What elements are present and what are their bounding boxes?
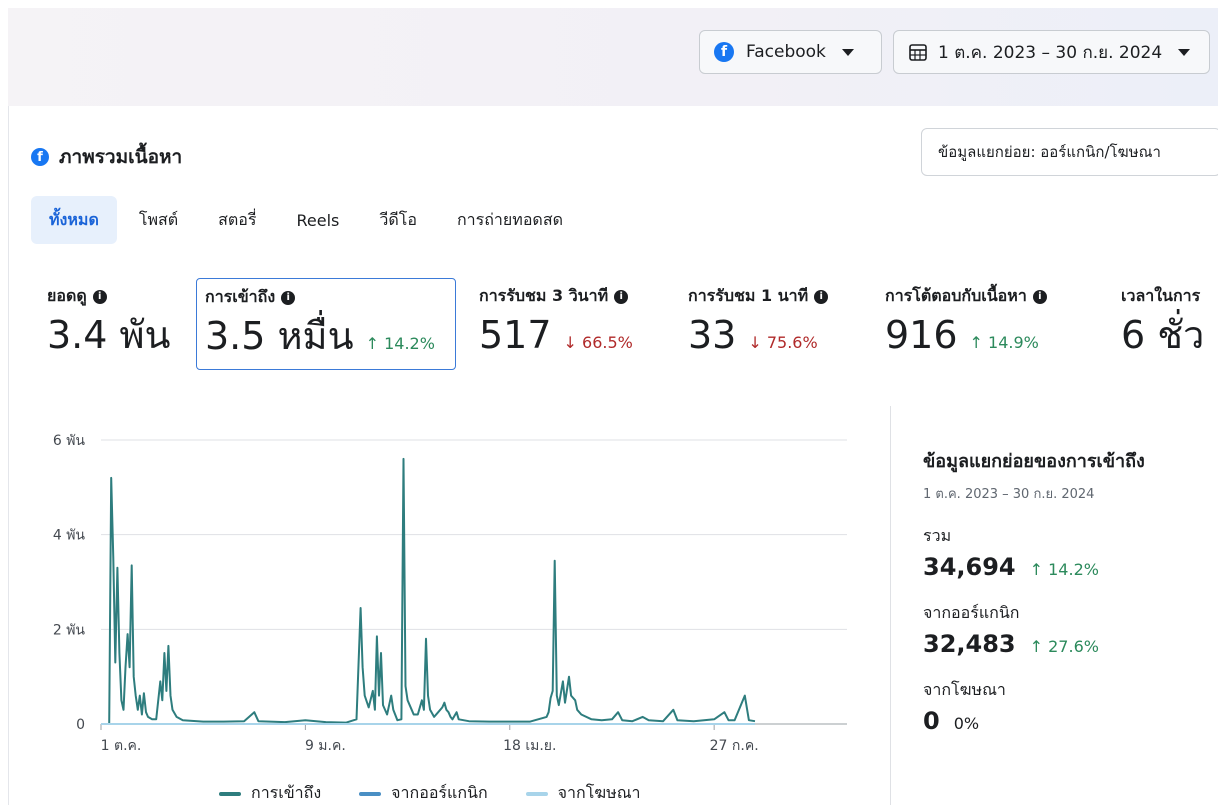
info-icon[interactable]: i <box>92 289 107 304</box>
legend-swatch <box>525 791 548 796</box>
metric-change: ↑ 14.2% <box>365 334 435 353</box>
facebook-icon: f <box>31 148 49 166</box>
total-value: 34,694 <box>923 553 1016 581</box>
metric-value: 916 <box>885 313 958 357</box>
y-tick-label: 6 พัน <box>53 433 86 449</box>
chart-legend: การเข้าถึง จากออร์แกนิก จากโฆษณา <box>219 781 679 806</box>
tab-live[interactable]: การถ่ายทอดสด <box>439 196 581 244</box>
metric-views[interactable]: ยอดดู i 3.4 พัน <box>39 278 179 370</box>
reach-chart: 0 2 พัน 4 พัน 6 พัน 1 ต.ค. 9 ม.ค. 18 เม.ย. 27 ก… <box>9 396 879 805</box>
metric-label: การเข้าถึง <box>205 287 276 306</box>
x-tick-label: 27 ก.ค. <box>710 738 759 754</box>
breakdown-label: ข้อมูลแยกย่อย: ออร์แกนิก/โฆษณา <box>938 143 1161 161</box>
metric-change: ↑ 14.9% <box>969 333 1039 352</box>
x-tick-label: 1 ต.ค. <box>101 738 142 754</box>
calendar-icon <box>909 44 927 61</box>
tab-posts[interactable]: โพสต์ <box>121 196 196 244</box>
total-label: รวม <box>923 526 952 545</box>
metric-3s-views[interactable]: การรับชม 3 วินาที i 517 ↓ 66.5% <box>471 278 641 370</box>
caret-down-icon <box>1178 48 1191 56</box>
reach-chart-svg: 0 2 พัน 4 พัน 6 พัน 1 ต.ค. 9 ม.ค. 18 เม.ย. 27 ก… <box>53 433 847 754</box>
metric-change: ↓ 75.6% <box>748 333 818 352</box>
tab-all[interactable]: ทั้งหมด <box>31 196 117 244</box>
date-range-label: 1 ต.ค. 2023 – 30 ก.ย. 2024 <box>938 42 1163 63</box>
legend-swatch <box>359 791 382 796</box>
metric-label: เวลาในการ <box>1121 286 1201 305</box>
metric-value: 6 ชั่ว <box>1121 313 1205 357</box>
metric-reach[interactable]: การเข้าถึง i 3.5 หมื่น ↑ 14.2% <box>196 278 456 370</box>
total-change: ↑ 14.2% <box>1029 560 1099 579</box>
tab-reels[interactable]: Reels <box>279 196 358 244</box>
facebook-icon: f <box>714 42 734 62</box>
y-tick-label: 2 พัน <box>53 622 86 638</box>
info-icon[interactable]: i <box>614 289 629 304</box>
metric-label: การโต้ตอบกับเนื้อหา <box>885 286 1027 305</box>
caret-down-icon <box>841 48 854 56</box>
organic-label: จากออร์แกนิก <box>923 603 1020 622</box>
content-overview-panel: f ภาพรวมเนื้อหา ข้อมูลแยกย่อย: ออร์แกนิก… <box>8 106 1218 805</box>
metric-value: 3.4 พัน <box>47 313 171 357</box>
ads-value: 0 <box>923 707 940 735</box>
metric-content-interactions[interactable]: การโต้ตอบกับเนื้อหา i 916 ↑ 14.9% <box>877 278 1055 370</box>
platform-label: Facebook <box>746 42 826 62</box>
metric-value: 3.5 หมื่น <box>205 314 354 358</box>
y-tick-label: 4 พัน <box>53 528 86 544</box>
breakdown-date-range: 1 ต.ค. 2023 – 30 ก.ย. 2024 <box>923 487 1095 502</box>
metric-1min-views[interactable]: การรับชม 1 นาที i 33 ↓ 75.6% <box>680 278 836 370</box>
info-icon[interactable]: i <box>1032 289 1047 304</box>
section-title: ภาพรวมเนื้อหา <box>59 146 183 168</box>
y-tick-label: 0 <box>76 717 85 733</box>
breakdown-dropdown[interactable]: ข้อมูลแยกย่อย: ออร์แกนิก/โฆษณา <box>921 128 1218 176</box>
legend-label: จากโฆษณา <box>557 783 641 802</box>
metric-watch-time[interactable]: เวลาในการ 6 ชั่ว <box>1113 278 1218 370</box>
organic-change: ↑ 27.6% <box>1029 637 1099 656</box>
reach-breakdown-panel: ข้อมูลแยกย่อยของการเข้าถึง 1 ต.ค. 2023 –… <box>923 446 1145 735</box>
tab-stories[interactable]: สตอรี่ <box>200 196 274 244</box>
metric-label: การรับชม 3 วินาที <box>479 286 609 305</box>
info-icon[interactable]: i <box>814 289 829 304</box>
section-header: f ภาพรวมเนื้อหา <box>31 142 182 172</box>
series-line <box>101 457 756 725</box>
content-type-tabs: ทั้งหมด โพสต์ สตอรี่ Reels วีดีโอ การถ่า… <box>31 196 585 244</box>
legend-item-organic[interactable]: จากออร์แกนิก <box>359 781 488 806</box>
legend-item-ads[interactable]: จากโฆษณา <box>525 781 641 806</box>
x-tick-label: 9 ม.ค. <box>305 738 346 754</box>
ads-change: 0% <box>953 714 980 733</box>
platform-dropdown[interactable]: f Facebook <box>699 30 882 74</box>
organic-value: 32,483 <box>923 630 1016 658</box>
panel-divider <box>890 406 891 805</box>
metric-value: 33 <box>688 313 737 357</box>
ads-label: จากโฆษณา <box>923 680 1006 699</box>
x-tick-label: 18 เม.ย. <box>503 738 556 754</box>
legend-item-reach[interactable]: การเข้าถึง <box>219 781 321 806</box>
metric-label: ยอดดู <box>47 286 87 305</box>
top-toolbar: f Facebook 1 ต.ค. 2023 – 30 ก.ย. 2024 <box>8 8 1218 106</box>
metric-value: 517 <box>479 313 552 357</box>
info-icon[interactable]: i <box>281 290 296 305</box>
legend-label: การเข้าถึง <box>251 783 322 802</box>
legend-label: จากออร์แกนิก <box>391 783 488 802</box>
metric-label: การรับชม 1 นาที <box>688 286 809 305</box>
tab-videos[interactable]: วีดีโอ <box>361 196 435 244</box>
legend-swatch <box>219 791 241 796</box>
breakdown-title: ข้อมูลแยกย่อยของการเข้าถึง <box>923 451 1145 472</box>
date-range-dropdown[interactable]: 1 ต.ค. 2023 – 30 ก.ย. 2024 <box>893 30 1210 74</box>
metric-change: ↓ 66.5% <box>563 333 633 352</box>
